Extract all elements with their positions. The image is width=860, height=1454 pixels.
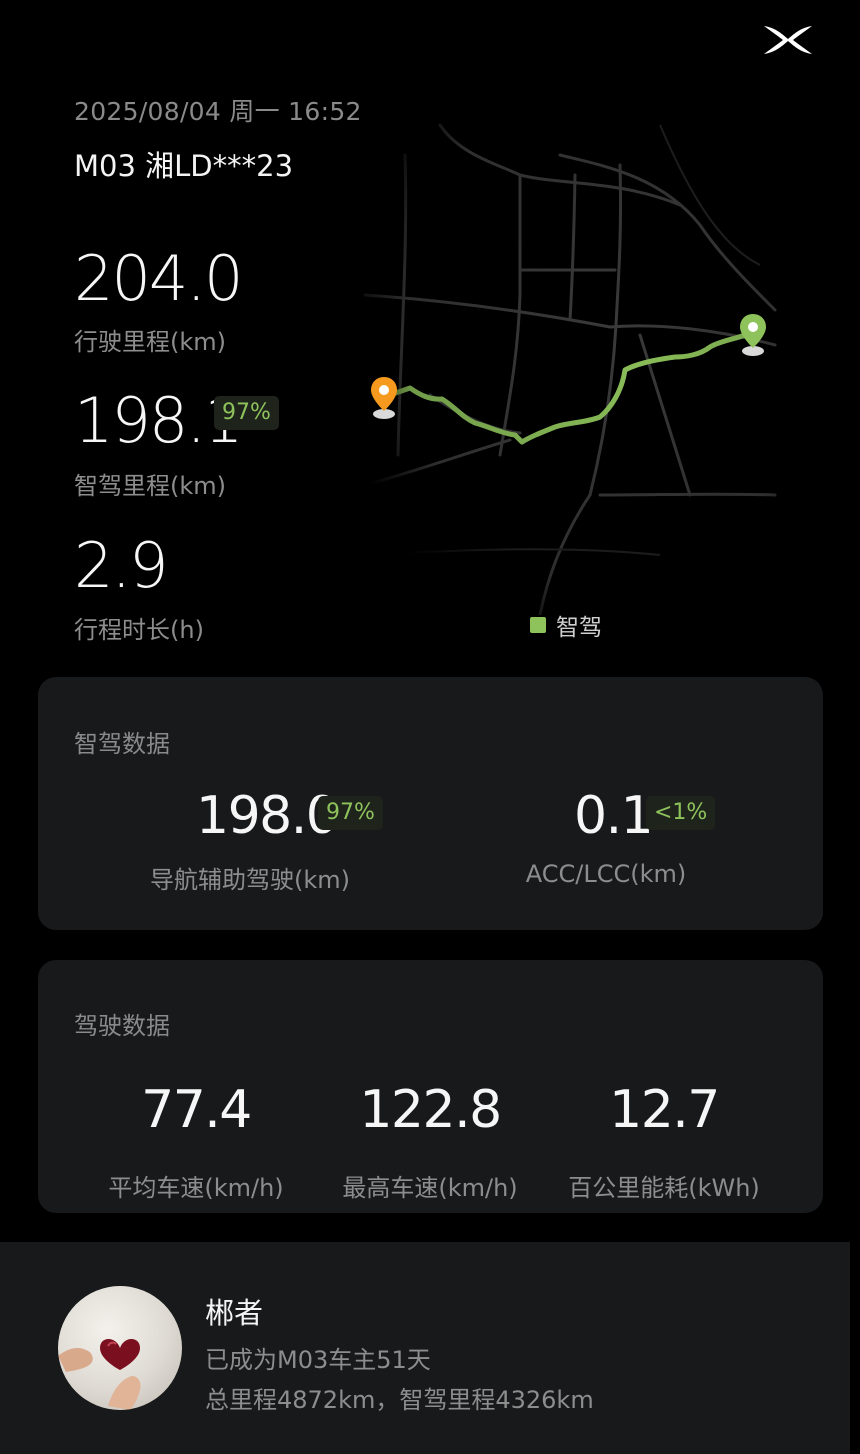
smart-distance-label: 智驾里程(km)	[74, 472, 227, 500]
avatar[interactable]	[58, 1286, 182, 1410]
max-speed-value: 122.8	[359, 1080, 502, 1140]
trip-duration-value: 2.9	[74, 529, 169, 602]
trip-duration-label: 行程时长(h)	[74, 616, 204, 644]
owner-days-text: 已成为M03车主51天	[205, 1346, 431, 1374]
acc-lcc-label: ACC/LCC(km)	[525, 860, 687, 888]
vehicle-plate: M03 湘LD***23	[74, 149, 294, 183]
avg-speed-label: 平均车速(km/h)	[108, 1174, 284, 1202]
trip-distance-value: 204.0	[74, 242, 243, 315]
nav-assist-value: 198.0	[196, 786, 339, 846]
acc-lcc-percent-badge: <1%	[646, 796, 716, 830]
energy-value: 12.7	[609, 1080, 720, 1140]
max-speed-label: 最高车速(km/h)	[342, 1174, 518, 1202]
legend-label: 智驾	[556, 615, 602, 641]
brand-logo-icon	[760, 22, 816, 58]
driving-data-title: 驾驶数据	[74, 1012, 170, 1040]
end-pin-icon	[737, 312, 769, 360]
smart-distance-percent-badge: 97%	[214, 396, 279, 430]
trip-distance-label: 行驶里程(km)	[74, 328, 227, 356]
map-legend: 智驾	[530, 608, 602, 642]
acc-lcc-value: 0.1	[574, 786, 654, 846]
start-pin-icon	[368, 375, 400, 423]
nav-assist-percent-badge: 97%	[318, 796, 383, 830]
energy-label: 百公里能耗(kWh)	[568, 1174, 760, 1202]
trip-datetime: 2025/08/04 周一 16:52	[74, 97, 362, 126]
legend-swatch	[530, 617, 546, 633]
route-map[interactable]	[359, 95, 780, 617]
smart-driving-title: 智驾数据	[74, 730, 170, 758]
avg-speed-value: 77.4	[141, 1080, 252, 1140]
owner-mileage-text: 总里程4872km，智驾里程4326km	[205, 1386, 594, 1414]
nav-assist-label: 导航辅助驾驶(km)	[149, 866, 351, 894]
owner-name: 郴者	[205, 1296, 264, 1330]
